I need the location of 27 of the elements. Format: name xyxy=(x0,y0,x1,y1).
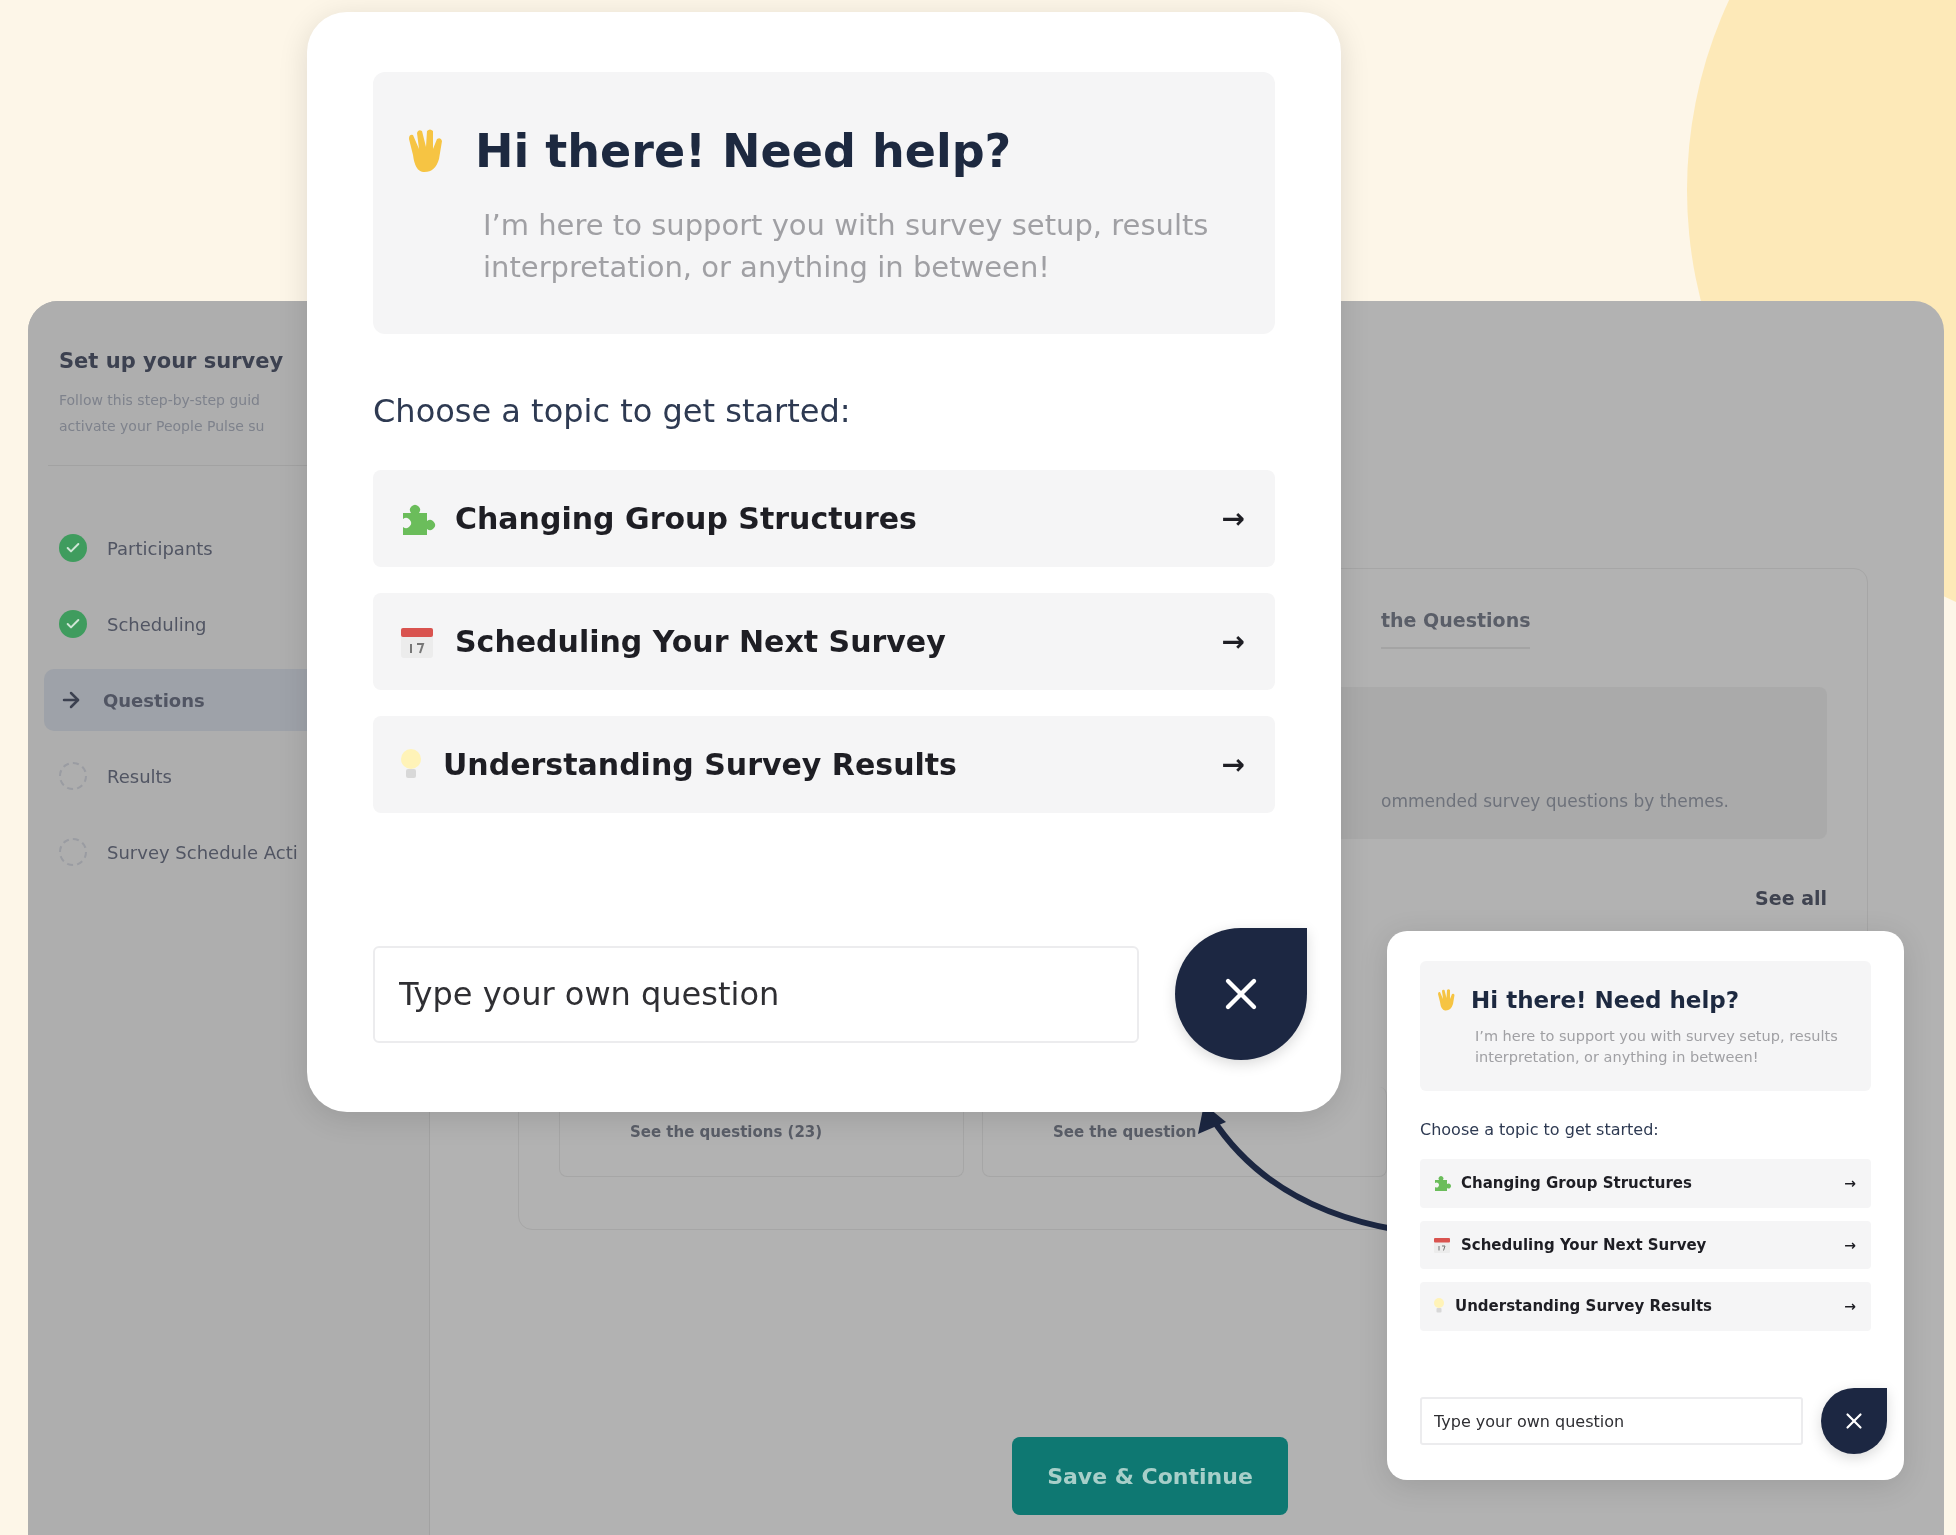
topic-button[interactable]: Scheduling Your Next Survey → xyxy=(1420,1220,1871,1270)
question-input[interactable]: Type your own question xyxy=(1420,1396,1803,1446)
save-continue-button[interactable]: Save & Continue xyxy=(1012,1437,1288,1515)
see-questions-link[interactable]: See the question xyxy=(1053,1123,1197,1141)
step-item[interactable]: Survey Schedule Acti xyxy=(44,821,429,883)
check-circle-icon xyxy=(59,534,87,562)
topic-button[interactable]: Understanding Survey Results → xyxy=(373,716,1275,814)
question-input[interactable]: Type your own question xyxy=(373,945,1139,1043)
topic-button[interactable]: Scheduling Your Next Survey → xyxy=(373,593,1275,691)
questions-tab[interactable]: the Questions xyxy=(1381,609,1531,649)
topic-button[interactable]: Understanding Survey Results → xyxy=(1420,1282,1871,1331)
sidebar-title: Set up your survey xyxy=(58,349,285,373)
see-questions-link[interactable]: See the questions (23) xyxy=(630,1123,823,1141)
close-button[interactable] xyxy=(1175,928,1307,1061)
banner-text: ommended survey questions by themes. xyxy=(1381,791,1729,811)
topic-button[interactable]: Changing Group Structures → xyxy=(373,470,1275,568)
greeting-title: Hi there! Need help? xyxy=(475,124,1012,178)
see-all-link[interactable]: See all xyxy=(1755,887,1827,909)
close-button[interactable] xyxy=(1821,1388,1887,1455)
topic-button[interactable]: Changing Group Structures → xyxy=(1420,1159,1871,1208)
topic-prompt: Choose a topic to get started: xyxy=(1420,1120,1660,1140)
topic-prompt: Choose a topic to get started: xyxy=(373,392,852,431)
puzzle-piece-icon xyxy=(1432,1173,1452,1194)
greeting-title: Hi there! Need help? xyxy=(1471,987,1740,1013)
check-circle-icon xyxy=(59,610,87,638)
greeting-text: I’m here to support you with survey setup, results interpretation, or anything in between! xyxy=(483,207,1210,287)
greeting-text: I’m here to support you with survey setup, results interpretation, or anything in between! xyxy=(1475,1027,1839,1067)
